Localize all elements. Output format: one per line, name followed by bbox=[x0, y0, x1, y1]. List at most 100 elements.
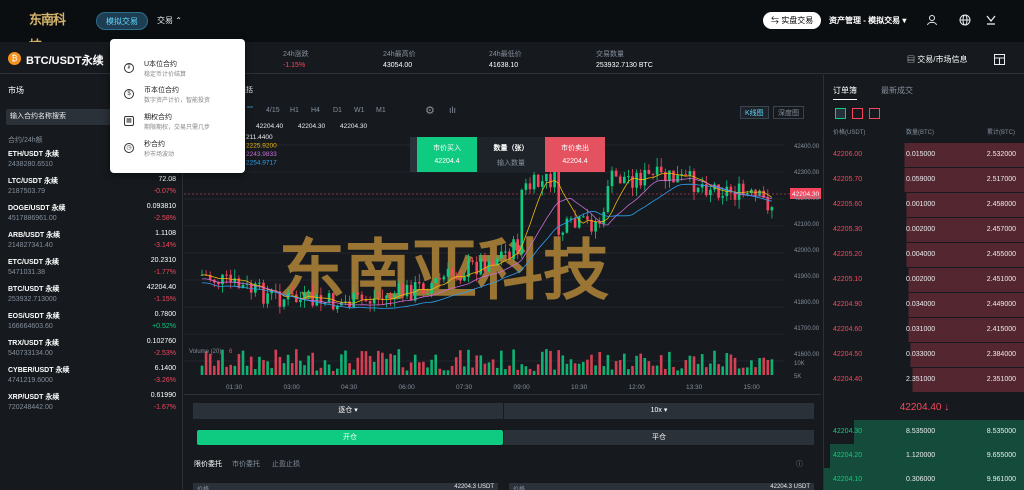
dropdown-item-sub: 稳定币计价结算 bbox=[144, 72, 187, 78]
volume-bar bbox=[631, 365, 634, 375]
drag-handle[interactable] bbox=[410, 137, 417, 172]
ask-qty: 0.001000 bbox=[906, 201, 936, 208]
ask-row[interactable]: 42204.90 0.034000 2.449000 bbox=[824, 293, 1024, 317]
open-position-tab[interactable]: 开仓 bbox=[197, 430, 503, 445]
volume-bar bbox=[225, 366, 228, 375]
candlestick-chart[interactable]: 东南亚科技42204.3042400.0042300.0042200.00421… bbox=[184, 75, 821, 393]
volume-bar bbox=[659, 355, 663, 375]
market-row[interactable]: EOS/USDT 永续 166664603.60 0.7800 +0.52% bbox=[0, 309, 183, 336]
ask-row[interactable]: 42205.10 0.002000 2.451000 bbox=[824, 268, 1024, 292]
market-row[interactable]: XRP/USDT 永续 720248442.00 0.61990 -1.67% bbox=[0, 390, 183, 417]
layout-icon[interactable] bbox=[993, 54, 1005, 66]
real-trade-button[interactable]: ⇆ 实盘交易 bbox=[763, 12, 822, 29]
help-icon[interactable]: ⓘ bbox=[796, 459, 803, 469]
market-row[interactable]: DOGE/USDT 永续 4517886961.00 0.093810 -2.58% bbox=[0, 201, 183, 228]
candle-body bbox=[266, 293, 269, 304]
y-tick-label: 42300.00 bbox=[794, 170, 820, 176]
volume-bar bbox=[459, 350, 462, 375]
dropdown-item-title: 币本位合约 bbox=[144, 87, 179, 94]
real-trade-label: 实盘交易 bbox=[781, 16, 814, 25]
market-row-price: 0.61990 bbox=[150, 392, 176, 399]
x-tick-label: 07:30 bbox=[456, 384, 473, 391]
market-buy-button[interactable]: 市价买入 42204.4 bbox=[417, 137, 477, 172]
x-tick-label: 15:00 bbox=[744, 384, 761, 391]
market-order-tab[interactable]: 市价委托 bbox=[232, 459, 260, 469]
candle-body bbox=[532, 174, 536, 190]
margin-mode-select[interactable]: 逐仓 ▾ bbox=[193, 403, 503, 419]
asset-menu[interactable]: 资产管理 - 模拟交易 ▾ bbox=[829, 12, 906, 30]
latest-trades-tab[interactable]: 最新成交 bbox=[881, 85, 913, 96]
volume-bar bbox=[573, 363, 577, 375]
globe-icon[interactable] bbox=[959, 14, 971, 26]
bid-row[interactable]: 42204.30 8.535000 8.535000 bbox=[824, 420, 1024, 444]
trade-menu[interactable]: 交易 ⌃ bbox=[157, 12, 182, 30]
ask-total: 2.384000 bbox=[986, 351, 1016, 358]
market-row-name: ETC/USDT 永续 bbox=[8, 259, 59, 266]
bid-row[interactable]: 42204.10 0.306000 9.961000 bbox=[824, 468, 1024, 490]
x-tick-label: 06:00 bbox=[399, 384, 416, 391]
market-row[interactable]: ETC/USDT 永续 5471031.38 20.2310 -1.77% bbox=[0, 255, 183, 282]
price-input-right[interactable]: 价格 42204.3 USDT bbox=[509, 483, 814, 490]
clock-icon: ◷ bbox=[124, 143, 134, 153]
stat-low-label: 24h最低价 bbox=[489, 51, 522, 58]
candle-body bbox=[651, 173, 655, 175]
ask-total: 2.517000 bbox=[986, 176, 1016, 183]
user-icon[interactable] bbox=[926, 14, 938, 26]
ask-row[interactable]: 42204.40 2.351000 2.351000 bbox=[824, 368, 1024, 392]
volume-bar bbox=[348, 363, 351, 375]
volume-bar bbox=[233, 365, 237, 375]
ask-total: 2.458000 bbox=[986, 201, 1016, 208]
brand-logo[interactable]: 东南科技 bbox=[29, 8, 75, 54]
qty-input[interactable]: 输入数量 bbox=[477, 158, 545, 168]
bid-row[interactable]: 42204.20 1.120000 9.655000 bbox=[824, 444, 1024, 468]
volume-bar bbox=[249, 356, 253, 375]
volume-bar bbox=[737, 368, 741, 375]
stat-volume-value: 253932.7130 BTC bbox=[596, 62, 653, 69]
close-position-tab[interactable]: 平仓 bbox=[504, 430, 814, 445]
volume-bar bbox=[561, 355, 565, 375]
book-both-icon[interactable] bbox=[835, 108, 846, 119]
sim-trade-button[interactable]: 模拟交易 bbox=[96, 12, 148, 30]
market-row[interactable]: CYBER/USDT 永续 4741219.6000 6.1400 -3.26% bbox=[0, 363, 183, 390]
ask-qty: 0.002000 bbox=[906, 276, 936, 283]
orderbook-tab[interactable]: 订单簿 bbox=[833, 85, 857, 100]
book-bids-icon[interactable] bbox=[869, 108, 880, 119]
volume-bar bbox=[545, 349, 548, 375]
market-row[interactable]: BTC/USDT 永续 253932.713000 42204.40 -1.15% bbox=[0, 282, 183, 309]
ask-row[interactable]: 42206.00 0.015000 2.532000 bbox=[824, 143, 1024, 167]
limit-order-tab[interactable]: 限价委托 bbox=[194, 459, 222, 469]
volume-bar bbox=[713, 350, 716, 375]
volume-bar bbox=[331, 370, 335, 375]
market-row[interactable]: LTC/USDT 永续 2187503.79 72.08 -0.07% bbox=[0, 174, 183, 201]
download-icon[interactable] bbox=[985, 14, 997, 26]
price-input-left[interactable]: 价格 42204.3 USDT bbox=[193, 483, 498, 490]
market-row-volume: 2438280.6510 bbox=[8, 161, 53, 168]
volume-bar bbox=[385, 358, 388, 375]
market-row-price: 0.7800 bbox=[154, 311, 176, 318]
ask-row[interactable]: 42205.60 0.001000 2.458000 bbox=[824, 193, 1024, 217]
candle-body bbox=[655, 166, 659, 175]
candle-body bbox=[479, 258, 483, 275]
ask-row[interactable]: 42205.30 0.002000 2.457000 bbox=[824, 218, 1024, 242]
trade-info-link[interactable]: ▤ 交易/市场信息 bbox=[907, 54, 967, 65]
ask-row[interactable]: 42205.70 0.059000 2.517000 bbox=[824, 168, 1024, 192]
market-row[interactable]: ARB/USDT 永续 214827341.40 1.1108 -3.14% bbox=[0, 228, 183, 255]
ask-row[interactable]: 42205.20 0.004000 2.455000 bbox=[824, 243, 1024, 267]
tpsl-tab[interactable]: 止盈止损 bbox=[272, 459, 300, 469]
y-tick-label: 42200.00 bbox=[794, 196, 820, 202]
candle-body bbox=[549, 173, 552, 188]
market-row[interactable]: TRX/USDT 永续 540733134.00 0.102760 -2.53% bbox=[0, 336, 183, 363]
pair-title[interactable]: BTC/USDT永续 bbox=[26, 52, 104, 68]
candle-body bbox=[262, 282, 265, 304]
candle-body bbox=[610, 170, 614, 187]
book-asks-icon[interactable] bbox=[852, 108, 863, 119]
volume-bar bbox=[569, 359, 573, 375]
market-sell-button[interactable]: 市价卖出 42204.4 bbox=[545, 137, 605, 172]
ask-row[interactable]: 42204.50 0.033000 2.384000 bbox=[824, 343, 1024, 367]
volume-bar bbox=[729, 354, 733, 375]
leverage-select[interactable]: 10x ▾ bbox=[504, 403, 814, 419]
volume-bar bbox=[614, 361, 618, 375]
volume-bar bbox=[237, 353, 241, 375]
ask-row[interactable]: 42204.60 0.031000 2.415000 bbox=[824, 318, 1024, 342]
candle-body bbox=[307, 291, 310, 293]
